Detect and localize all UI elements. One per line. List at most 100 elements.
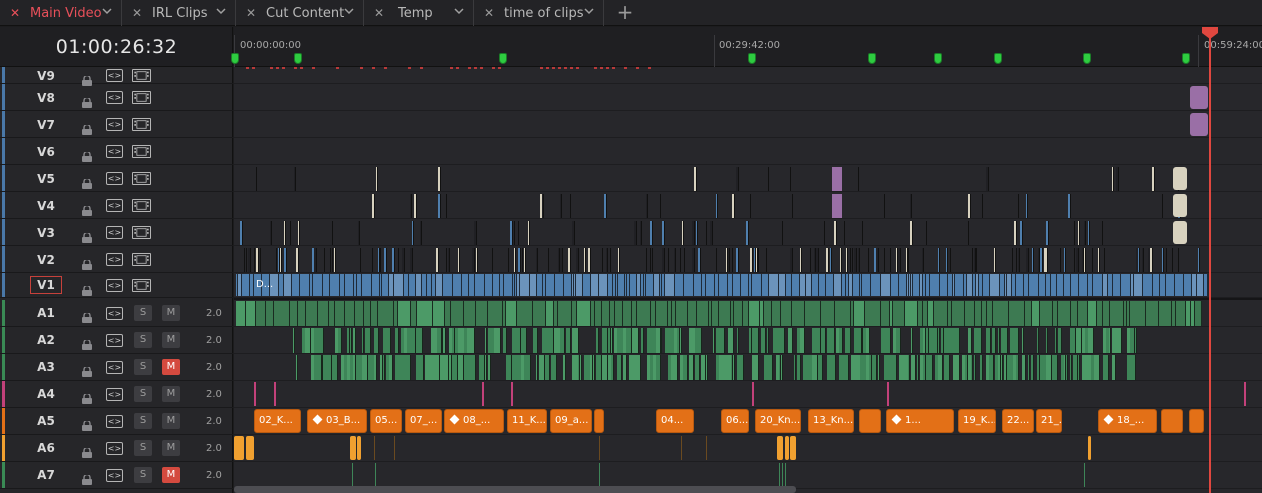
video-clip[interactable] <box>1088 221 1090 245</box>
audio-clip[interactable] <box>615 301 623 326</box>
audio-clip[interactable] <box>712 301 719 326</box>
video-clip[interactable] <box>741 274 749 296</box>
audio-clip[interactable] <box>383 355 385 380</box>
audio-clip[interactable] <box>938 328 940 353</box>
video-clip[interactable] <box>819 274 826 296</box>
video-clip[interactable] <box>1173 221 1187 244</box>
lock-icon[interactable] <box>81 308 93 323</box>
tab-main-video[interactable]: ✕ Main Video <box>0 0 122 26</box>
lock-icon[interactable] <box>81 201 93 216</box>
video-clip[interactable] <box>372 67 375 69</box>
tab-irl-clips[interactable]: ✕ IRL Clips <box>122 0 236 26</box>
video-clip[interactable] <box>1084 221 1086 245</box>
video-clip[interactable] <box>972 248 973 272</box>
video-clip[interactable] <box>480 67 483 69</box>
audio-clip[interactable] <box>473 328 475 353</box>
audio-clip[interactable] <box>881 301 890 326</box>
track-name[interactable]: V6 <box>30 145 62 159</box>
video-clip[interactable] <box>1026 194 1028 218</box>
video-clip[interactable] <box>636 67 639 69</box>
audio-clip[interactable] <box>805 301 821 326</box>
video-clip[interactable] <box>280 248 282 272</box>
track-header-a4[interactable]: A4 <> S M 2.0 <box>0 381 233 408</box>
video-clip[interactable] <box>588 248 591 272</box>
auto-select-icon[interactable]: <> <box>106 415 123 428</box>
audio-clip[interactable] <box>1189 409 1204 433</box>
audio-clip[interactable]: 18_... <box>1098 409 1157 433</box>
audio-clip[interactable] <box>274 301 290 326</box>
film-icon[interactable] <box>132 279 151 292</box>
audio-clip[interactable] <box>352 463 353 487</box>
audio-clip[interactable] <box>860 328 862 353</box>
track-name[interactable]: V8 <box>30 91 62 105</box>
lock-icon[interactable] <box>81 362 93 377</box>
audio-clip[interactable] <box>551 355 557 380</box>
audio-clip[interactable] <box>971 355 973 380</box>
audio-clip[interactable] <box>992 328 996 353</box>
video-clip[interactable] <box>1178 248 1179 272</box>
video-clip[interactable] <box>450 67 453 69</box>
video-clip[interactable] <box>890 248 891 272</box>
video-clip[interactable] <box>769 274 779 296</box>
auto-select-icon[interactable]: <> <box>106 388 123 401</box>
audio-clip[interactable] <box>306 301 318 326</box>
audio-clip[interactable] <box>464 301 476 326</box>
video-clip[interactable] <box>1068 194 1071 218</box>
video-clip[interactable] <box>650 248 651 272</box>
audio-clip[interactable] <box>1088 301 1097 326</box>
lock-icon[interactable] <box>81 389 93 404</box>
video-clip[interactable] <box>294 67 297 69</box>
audio-clip[interactable] <box>578 355 580 380</box>
audio-clip[interactable] <box>524 328 527 353</box>
audio-clip[interactable] <box>485 355 487 380</box>
timeline-marker[interactable] <box>231 53 239 64</box>
mute-button[interactable]: M <box>162 332 180 348</box>
video-clip[interactable] <box>576 274 583 296</box>
track-name[interactable]: V2 <box>30 253 62 267</box>
solo-button[interactable]: S <box>134 413 152 429</box>
lock-icon[interactable] <box>81 174 93 189</box>
audio-clip[interactable]: 21_... <box>1036 409 1062 433</box>
timeline-marker[interactable] <box>748 53 756 64</box>
audio-clip[interactable] <box>256 301 266 326</box>
video-clip[interactable] <box>504 274 513 296</box>
audio-clip[interactable] <box>944 355 950 380</box>
track-header-v2[interactable]: V2 <> <box>0 246 233 273</box>
audio-clip[interactable] <box>1028 355 1030 380</box>
audio-clip[interactable] <box>596 328 599 353</box>
video-clip[interactable] <box>360 67 363 69</box>
video-clip[interactable] <box>728 248 730 272</box>
audio-clip[interactable] <box>266 301 274 326</box>
video-clip[interactable] <box>1093 274 1103 296</box>
video-clip[interactable] <box>446 248 447 272</box>
video-clip[interactable] <box>1016 274 1024 296</box>
video-clip[interactable] <box>572 221 575 245</box>
video-clip[interactable] <box>246 248 247 272</box>
audio-clip[interactable] <box>246 436 254 460</box>
track-name[interactable]: A2 <box>30 333 62 347</box>
audio-clip[interactable] <box>772 301 781 326</box>
audio-clip[interactable] <box>593 355 595 380</box>
video-clip[interactable] <box>376 167 378 191</box>
track-name[interactable]: A5 <box>30 414 62 428</box>
track-header-v4[interactable]: V4 <> <box>0 192 233 219</box>
audio-clip[interactable] <box>761 328 766 353</box>
video-lane-v5[interactable] <box>234 165 1262 192</box>
auto-select-icon[interactable]: <> <box>106 253 123 266</box>
solo-button[interactable]: S <box>134 332 152 348</box>
video-clip[interactable] <box>1116 167 1119 191</box>
audio-clip[interactable] <box>1031 355 1034 380</box>
video-clip[interactable] <box>420 67 423 69</box>
audio-clip[interactable] <box>779 463 780 487</box>
video-clip[interactable] <box>871 274 881 296</box>
auto-select-icon[interactable]: <> <box>106 118 123 131</box>
video-clip[interactable] <box>898 248 901 272</box>
audio-clip[interactable]: 06... <box>721 409 749 433</box>
audio-clip[interactable] <box>659 328 661 353</box>
audio-clip[interactable] <box>298 301 306 326</box>
video-clip[interactable] <box>662 248 665 272</box>
audio-clip[interactable] <box>792 301 805 326</box>
track-name[interactable]: V1 <box>30 276 62 294</box>
audio-clip[interactable] <box>1110 301 1124 326</box>
video-clip[interactable] <box>624 67 627 69</box>
